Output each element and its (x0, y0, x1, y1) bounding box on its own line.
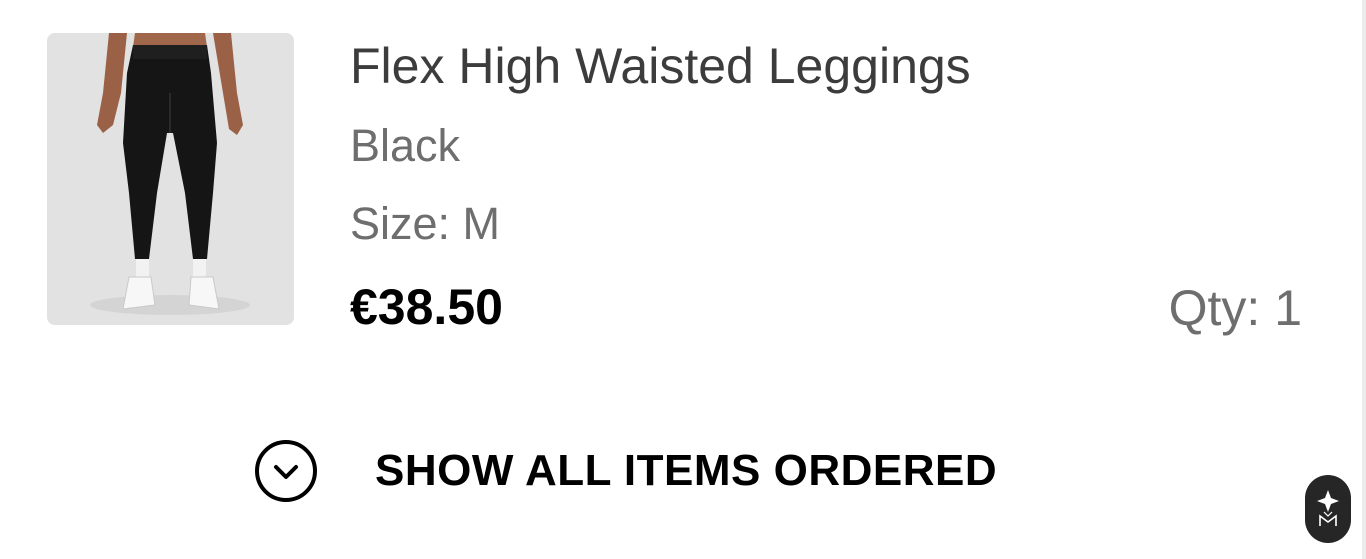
leggings-image (47, 33, 294, 325)
brand-logo-icon[interactable] (1305, 475, 1351, 543)
product-thumbnail[interactable] (47, 33, 294, 325)
product-price: €38.50 (350, 279, 503, 335)
chevron-down-circle-icon (255, 440, 317, 502)
show-all-items-label: SHOW ALL ITEMS ORDERED (375, 446, 998, 495)
product-name[interactable]: Flex High Waisted Leggings (350, 36, 971, 96)
product-size: Size: M (350, 198, 501, 249)
show-all-items-button[interactable]: SHOW ALL ITEMS ORDERED (255, 438, 997, 504)
order-summary-page: Flex High Waisted Leggings Black Size: M… (0, 0, 1366, 559)
scrollbar-track[interactable] (1362, 0, 1366, 559)
product-color: Black (350, 120, 461, 171)
product-quantity: Qty: 1 (1168, 280, 1302, 336)
